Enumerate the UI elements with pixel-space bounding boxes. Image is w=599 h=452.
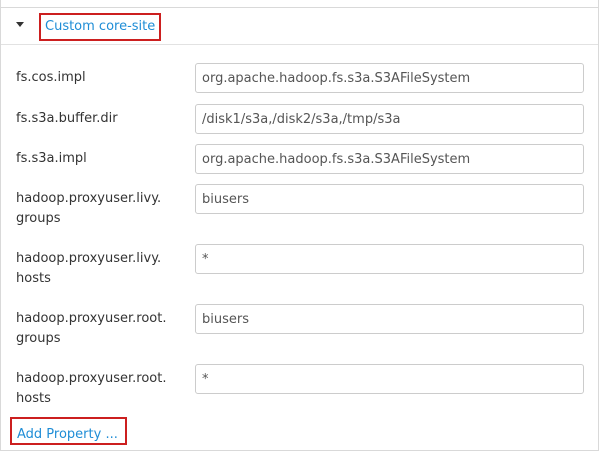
caret-down-icon[interactable] — [16, 22, 24, 27]
section-header: Custom core-site — [1, 7, 598, 45]
property-value-input[interactable] — [195, 63, 584, 93]
property-value-input[interactable] — [195, 144, 584, 174]
property-value-input[interactable] — [195, 304, 584, 334]
property-label: hadoop.proxyuser.root. hosts — [16, 371, 167, 406]
property-label: hadoop.proxyuser.livy. hosts — [16, 251, 162, 286]
property-label: hadoop.proxyuser.root. groups — [16, 311, 167, 346]
property-label: hadoop.proxyuser.livy. groups — [16, 191, 162, 226]
property-value-input[interactable] — [195, 104, 584, 134]
add-property-link[interactable]: Add Property ... — [10, 417, 127, 445]
property-value-input[interactable] — [195, 184, 584, 214]
property-label: fs.s3a.buffer.dir — [16, 111, 118, 126]
section-title-link[interactable]: Custom core-site — [39, 13, 162, 41]
custom-core-site-panel: Custom core-site fs.cos.impl fs.s3a.buff… — [0, 0, 599, 451]
property-value-input[interactable] — [195, 244, 584, 274]
property-value-input[interactable] — [195, 364, 584, 394]
property-label: fs.s3a.impl — [16, 151, 87, 166]
property-label: fs.cos.impl — [16, 70, 86, 85]
